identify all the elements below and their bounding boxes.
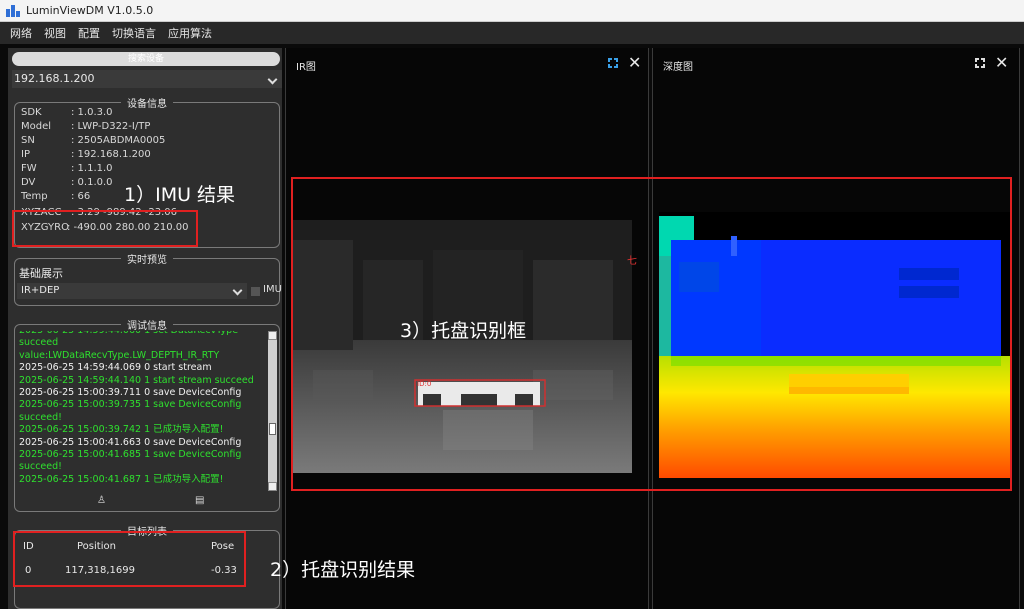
- expand-icon[interactable]: [608, 58, 618, 68]
- stream-select-value: IR+DEP: [21, 285, 60, 296]
- menu-bar: 网络 视图 配置 切换语言 应用算法: [0, 22, 1024, 44]
- chevron-down-icon: [232, 285, 243, 296]
- log-line: 2025-06-25 14:59:44.069 0 start stream: [19, 362, 212, 374]
- depth-panel-title: 深度图: [663, 62, 693, 73]
- debug-log[interactable]: 2025-06-25 14:59:44.060 1 set DataRecvTy…: [19, 331, 267, 491]
- log-line: 2025-06-25 14:59:44.140 1 start stream s…: [19, 374, 254, 386]
- imu-annotation: 1）IMU 结果: [124, 184, 236, 206]
- scroll-up-arrow-icon[interactable]: [268, 331, 277, 340]
- menu-view[interactable]: 视图: [44, 25, 66, 41]
- window-title: LuminViewDM V1.0.5.0: [26, 4, 154, 17]
- log-clear-icon[interactable]: ♙: [97, 495, 106, 506]
- left-panel: 搜索设备 192.168.1.200 设备信息 SDK: 1.0.3.0 Mod…: [8, 48, 282, 609]
- log-line: succeed: [19, 337, 59, 349]
- device-info-title: 设备信息: [121, 95, 173, 110]
- ip-select-value: 192.168.1.200: [14, 72, 95, 85]
- ir-panel-title: IR图: [296, 62, 316, 73]
- info-row: DV: 0.1.0.0: [21, 177, 113, 188]
- log-line: succeed!: [19, 411, 62, 423]
- log-save-icon[interactable]: ▤: [195, 495, 204, 506]
- info-row: IP: 192.168.1.200: [21, 149, 151, 160]
- close-icon[interactable]: ✕: [995, 53, 1008, 72]
- result-highlight-box: [13, 531, 246, 587]
- debug-group: 调试信息 2025-06-25 14:59:44.060 1 set DataR…: [14, 317, 280, 512]
- log-line: value:LWDataRecvType.LW_DEPTH_IR_RTY: [19, 349, 220, 361]
- log-scrollbar[interactable]: [268, 331, 277, 491]
- chevron-down-icon: [267, 74, 278, 85]
- scroll-down-arrow-icon[interactable]: [268, 482, 277, 491]
- imu-highlight-box: [12, 210, 198, 247]
- info-row: SN: 2505ABDMA0005: [21, 135, 166, 146]
- display-mode-label: 基础展示: [19, 267, 63, 280]
- menu-language[interactable]: 切换语言: [112, 25, 156, 41]
- log-line: 2025-06-25 15:00:39.711 0 save DeviceCon…: [19, 387, 242, 399]
- log-line: 2025-06-25 15:00:39.742 1 已成功导入配置!: [19, 424, 224, 436]
- log-line: 2025-06-25 15:00:39.735 1 save DeviceCon…: [19, 399, 242, 411]
- imu-checkbox-label: IMU: [263, 284, 282, 295]
- info-row: FW: 1.1.1.0: [21, 163, 113, 174]
- stream-select[interactable]: IR+DEP: [17, 283, 247, 299]
- imu-checkbox[interactable]: [251, 287, 260, 296]
- ip-select[interactable]: 192.168.1.200: [12, 70, 282, 88]
- close-icon[interactable]: ✕: [628, 53, 641, 72]
- log-line: 2025-06-25 15:00:41.663 0 save DeviceCon…: [19, 436, 242, 448]
- box-annotation: 3）托盘识别框: [400, 320, 527, 342]
- info-row: Model: LWP-D322-I/TP: [21, 121, 151, 132]
- info-row: SDK: 1.0.3.0: [21, 107, 113, 118]
- scan-device-button[interactable]: 搜索设备: [12, 52, 280, 66]
- result-annotation: 2）托盘识别结果: [270, 559, 416, 581]
- preview-title: 实时预览: [121, 251, 173, 266]
- debug-title: 调试信息: [121, 317, 173, 332]
- info-row: Temp: 66: [21, 191, 91, 202]
- menu-algorithm[interactable]: 应用算法: [168, 25, 212, 41]
- log-line: succeed!: [19, 461, 62, 473]
- log-line: 2025-06-25 15:00:41.685 1 save DeviceCon…: [19, 449, 242, 461]
- log-line: 2025-06-25 15:00:41.687 1 已成功导入配置!: [19, 473, 224, 485]
- preview-group: 实时预览 基础展示 IR+DEP IMU: [14, 251, 282, 306]
- app-logo-icon: [6, 4, 20, 17]
- window-titlebar: LuminViewDM V1.0.5.0: [0, 0, 1024, 22]
- menu-network[interactable]: 网络: [10, 25, 32, 41]
- scroll-thumb[interactable]: [269, 423, 276, 435]
- expand-icon[interactable]: [975, 58, 985, 68]
- menu-config[interactable]: 配置: [78, 25, 100, 41]
